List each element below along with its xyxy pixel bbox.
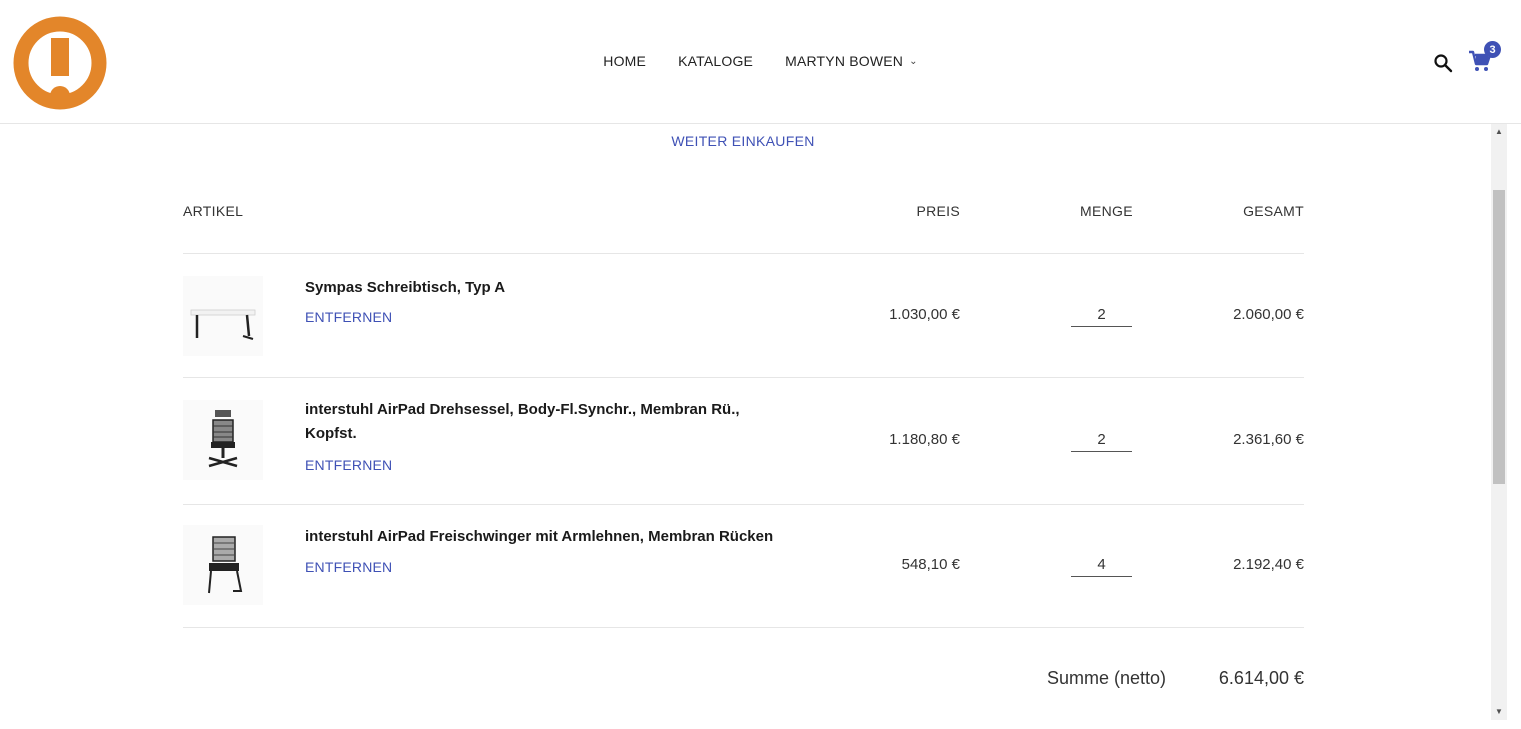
- column-header-quantity: MENGE: [1080, 203, 1133, 219]
- product-image-cantilever-chair[interactable]: [183, 525, 263, 605]
- column-header-price: PREIS: [916, 203, 960, 219]
- item-price: 1.030,00 €: [889, 306, 960, 323]
- user-menu-label: MARTYN BOWEN: [785, 53, 904, 69]
- nav-kataloge[interactable]: KATALOGE: [678, 53, 753, 69]
- item-total: 2.192,40 €: [1233, 556, 1304, 573]
- column-header-article: ARTIKEL: [183, 203, 244, 219]
- quantity-input[interactable]: [1071, 553, 1132, 577]
- item-total: 2.361,60 €: [1233, 431, 1304, 448]
- nav-home[interactable]: HOME: [603, 53, 646, 69]
- search-icon[interactable]: [1433, 53, 1453, 73]
- main-nav: HOME KATALOGE MARTYN BOWEN ⌄: [0, 53, 1521, 69]
- item-total: 2.060,00 €: [1233, 306, 1304, 323]
- divider: [183, 627, 1304, 628]
- site-header: HOME KATALOGE MARTYN BOWEN ⌄ 3: [0, 0, 1521, 124]
- scroll-down-arrow-icon[interactable]: ▼: [1491, 704, 1507, 720]
- subtotal-value: 6.614,00 €: [1218, 668, 1304, 688]
- quantity-input[interactable]: [1071, 303, 1132, 327]
- cart-item-row: interstuhl AirPad Drehsessel, Body-Fl.Sy…: [183, 378, 1304, 504]
- remove-item-link[interactable]: ENTFERNEN: [305, 457, 392, 473]
- quantity-input[interactable]: [1071, 428, 1132, 452]
- continue-shopping-link[interactable]: WEITER EINKAUFEN: [0, 133, 1486, 149]
- remove-item-link[interactable]: ENTFERNEN: [305, 309, 392, 325]
- product-name[interactable]: interstuhl AirPad Drehsessel, Body-Fl.Sy…: [305, 398, 765, 446]
- scroll-up-arrow-icon[interactable]: ▲: [1491, 124, 1507, 140]
- scrollbar-thumb[interactable]: [1493, 190, 1505, 484]
- item-price: 1.180,80 €: [889, 431, 960, 448]
- product-name[interactable]: Sympas Schreibtisch, Typ A: [305, 276, 805, 300]
- product-image-desk[interactable]: [183, 276, 263, 356]
- item-price: 548,10 €: [901, 556, 960, 573]
- product-image-swivel-chair[interactable]: [183, 400, 263, 480]
- column-header-total: GESAMT: [1243, 203, 1304, 219]
- remove-item-link[interactable]: ENTFERNEN: [305, 559, 392, 575]
- product-name[interactable]: interstuhl AirPad Freischwinger mit Arml…: [305, 525, 865, 549]
- cart-item-row: interstuhl AirPad Freischwinger mit Arml…: [183, 505, 1304, 627]
- cart-item-row: Sympas Schreibtisch, Typ A ENTFERNEN 1.0…: [183, 254, 1304, 377]
- cart-count-badge: 3: [1484, 41, 1501, 58]
- scrollbar[interactable]: ▲ ▼: [1491, 124, 1507, 720]
- subtotal-label: Summe (netto): [1047, 668, 1167, 688]
- nav-user-menu[interactable]: MARTYN BOWEN ⌄: [785, 53, 918, 69]
- chevron-down-icon: ⌄: [909, 55, 918, 67]
